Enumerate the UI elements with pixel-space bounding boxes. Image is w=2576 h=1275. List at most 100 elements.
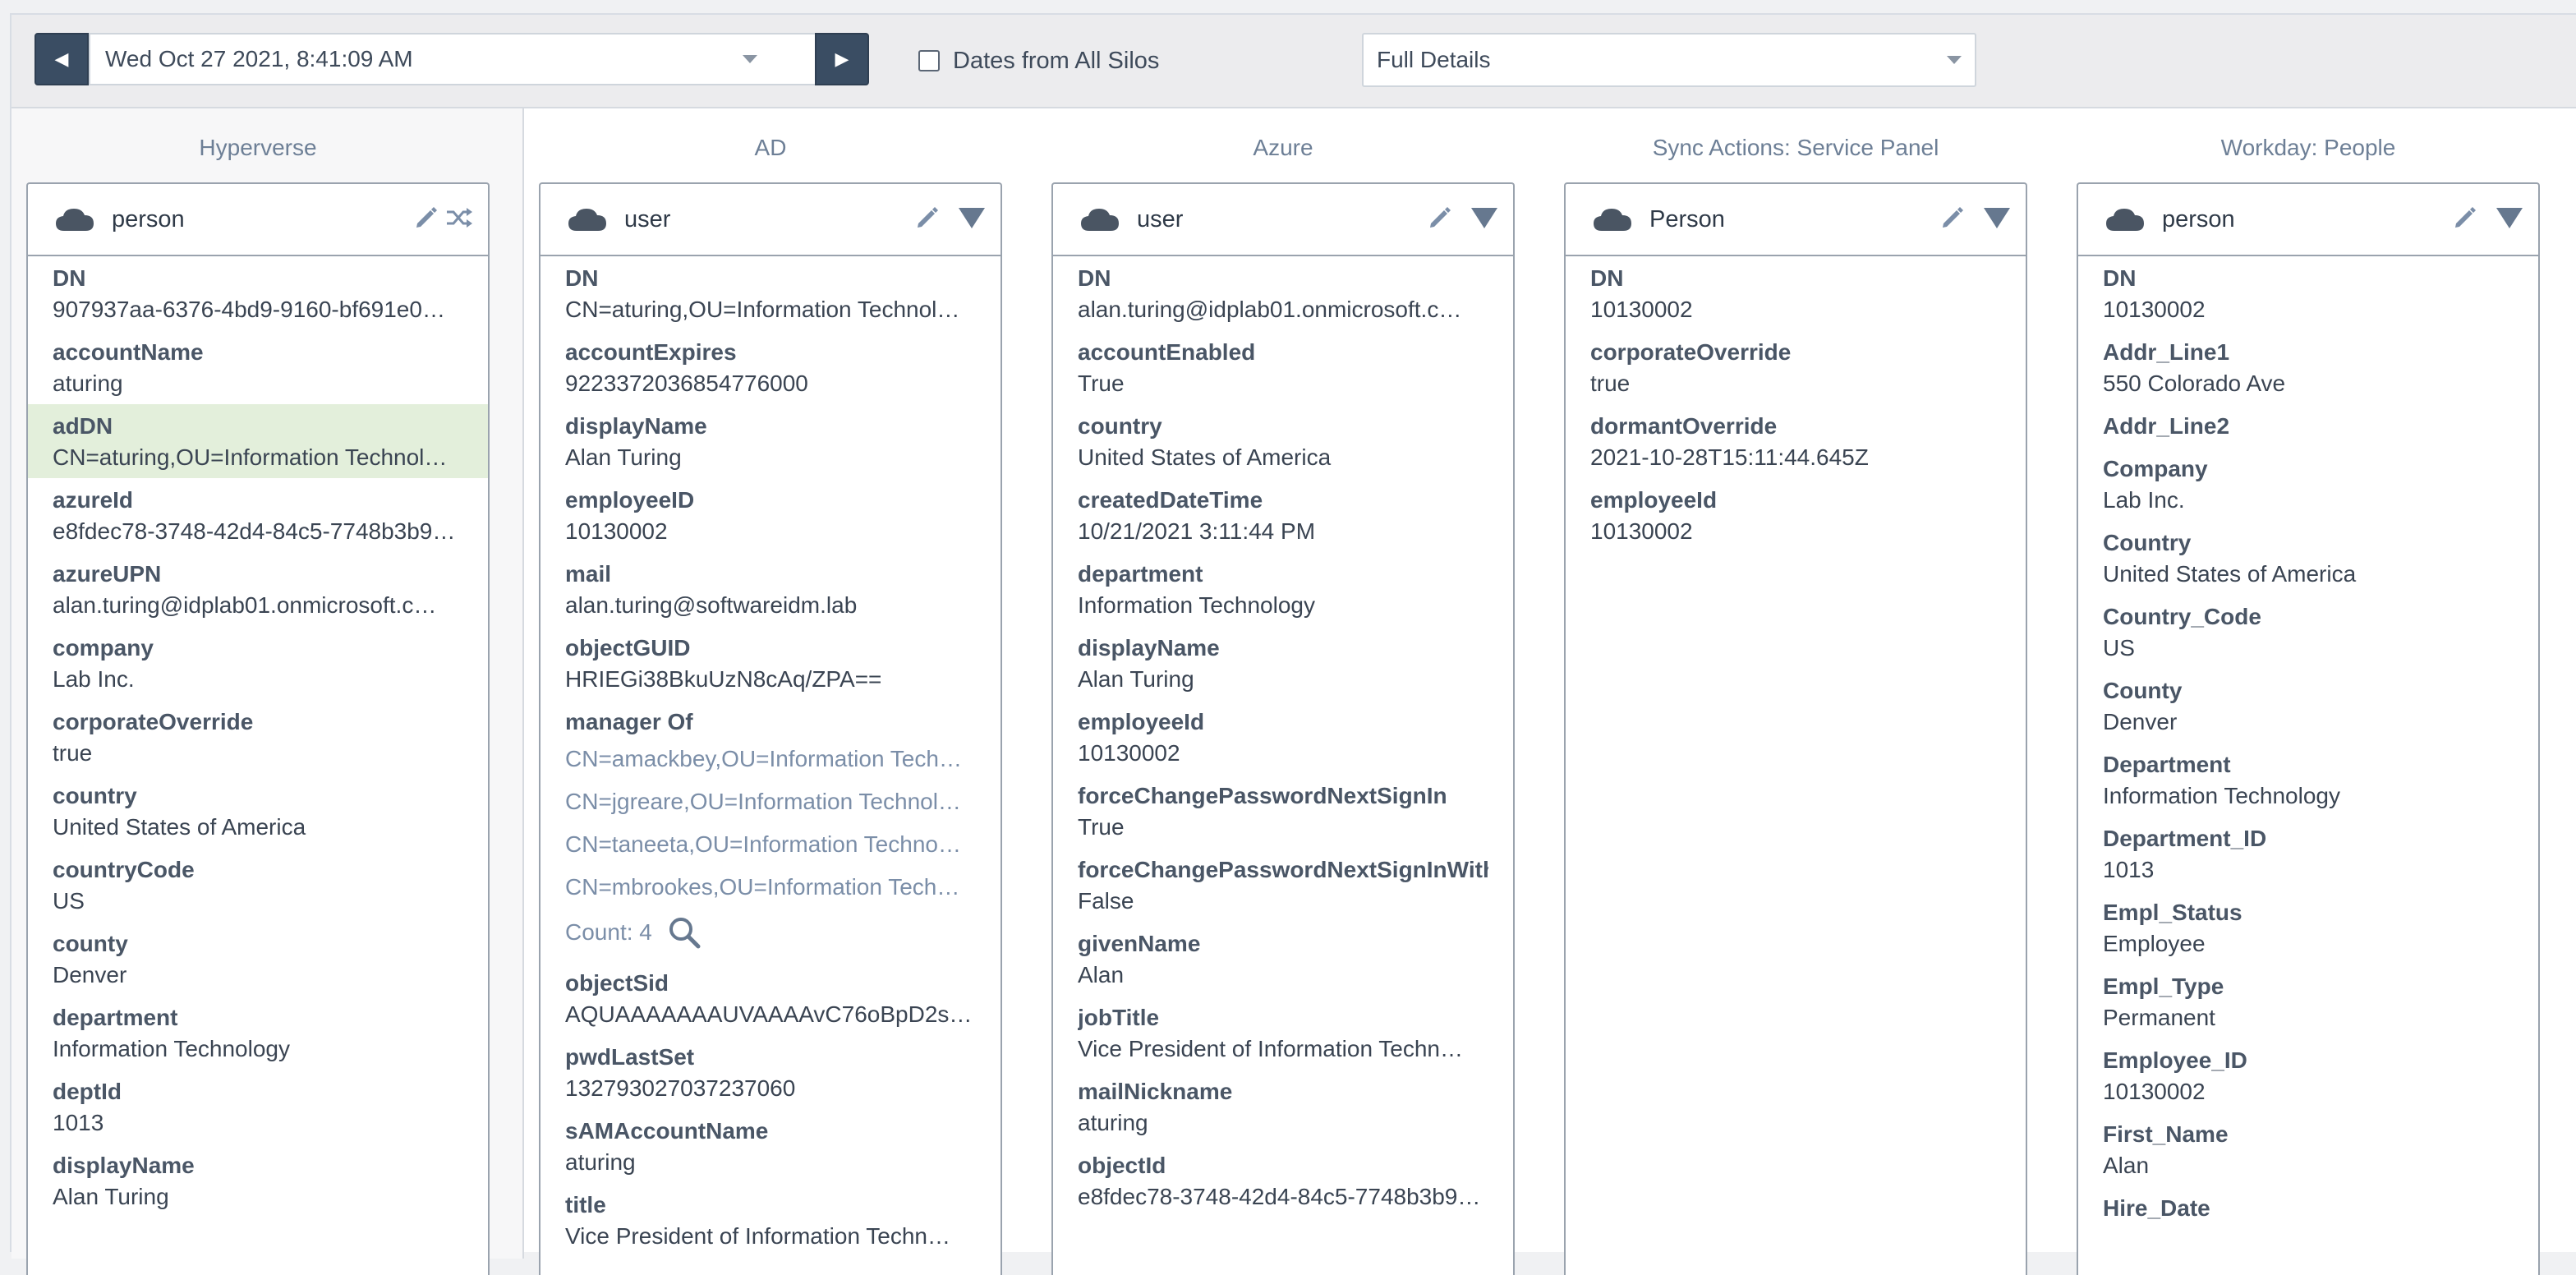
pencil-icon[interactable] (1940, 205, 1965, 230)
attribute-row[interactable]: azureUPN alan.turing@idplab01.onmicrosoft… (28, 552, 488, 626)
pencil-icon[interactable] (1428, 205, 1452, 230)
attribute-row[interactable]: accountName aturing (28, 330, 488, 404)
attribute-row[interactable]: Company Lab Inc. (2078, 447, 2538, 521)
attribute-row[interactable]: displayName Alan Turing (28, 1144, 488, 1217)
attribute-row[interactable]: deptId 1013 (28, 1070, 488, 1144)
attribute-value: AQUAAAAAAAUVAAAAvC76oBpD2so… (565, 1001, 976, 1027)
filter-icon[interactable] (2496, 205, 2523, 230)
attribute-row[interactable]: First_Name Alan (2078, 1112, 2538, 1186)
filter-icon[interactable] (958, 205, 986, 230)
pencil-icon[interactable] (2453, 205, 2477, 230)
attribute-value: e8fdec78-3748-42d4-84c5-7748b3b9… (53, 518, 456, 544)
shuffle-icon[interactable] (445, 205, 473, 230)
panel-header: person (28, 184, 488, 256)
attribute-row[interactable]: department Information Technology (28, 996, 488, 1070)
attribute-row[interactable]: accountExpires 9223372036854776000 (540, 330, 1000, 404)
attribute-row[interactable]: displayName Alan Turing (540, 404, 1000, 478)
attribute-name: Addr_Line2 (2103, 413, 2230, 439)
attribute-row[interactable]: DN 907937aa-6376-4bd9-9160-bf691e0… (28, 256, 488, 330)
attribute-row[interactable]: objectGUID HRIEGi38BkuUzN8cAq/ZPA== (540, 626, 1000, 700)
attribute-row[interactable]: Empl_Type Permanent (2078, 964, 2538, 1038)
attribute-row[interactable]: forceChangePasswordNextSignIn True (1053, 774, 1513, 848)
attribute-row[interactable]: department Information Technology (1053, 552, 1513, 626)
attribute-row[interactable]: country United States of America (1053, 404, 1513, 478)
attribute-value: alan.turing@idplab01.onmicrosoft.c… (1078, 297, 1462, 322)
attribute-name: Employee_ID (2103, 1047, 2247, 1073)
attribute-row[interactable]: country United States of America (28, 774, 488, 848)
pencil-icon[interactable] (414, 205, 439, 230)
attribute-row[interactable]: jobTitle Vice President of Information Te… (1053, 996, 1513, 1070)
attribute-row[interactable]: Department_ID 1013 (2078, 817, 2538, 891)
attribute-row[interactable]: objectSid AQUAAAAAAAUVAAAAvC76oBpD2so… (540, 961, 1000, 1035)
dates-all-silos-toggle[interactable]: Dates from All Silos (918, 44, 1159, 77)
attribute-value: 10/21/2021 3:11:44 PM (1078, 518, 1316, 544)
attribute-row[interactable]: givenName Alan (1053, 922, 1513, 996)
date-dropdown[interactable]: Wed Oct 27 2021, 8:41:09 AM (89, 33, 816, 85)
next-date-button[interactable]: ▶ (815, 33, 869, 85)
attribute-row[interactable]: adDN CN=aturing,OU=Information Technol… (28, 404, 488, 478)
attribute-row[interactable]: DN alan.turing@idplab01.onmicrosoft.c… (1053, 256, 1513, 330)
attribute-row[interactable]: Empl_Status Employee (2078, 891, 2538, 964)
attribute-name: employeeID (565, 487, 695, 513)
attribute-row[interactable]: Addr_Line2 (2078, 404, 2538, 447)
attribute-row[interactable]: accountEnabled True (1053, 330, 1513, 404)
search-icon[interactable] (667, 915, 702, 950)
reference-link[interactable]: CN=amackbey,OU=Information Tech… (565, 738, 976, 780)
attribute-value: 2021-10-28T15:11:44.645Z (1590, 444, 1869, 470)
attribute-row[interactable]: countryCode US (28, 848, 488, 922)
attribute-row[interactable]: mailNickname aturing (1053, 1070, 1513, 1144)
attribute-row[interactable]: Employee_ID 10130002 (2078, 1038, 2538, 1112)
attribute-name: department (1078, 561, 1203, 587)
dates-all-silos-checkbox[interactable] (918, 50, 940, 71)
attribute-row[interactable]: sAMAccountName aturing (540, 1109, 1000, 1183)
attribute-row[interactable]: DN CN=aturing,OU=Information Technol… (540, 256, 1000, 330)
dates-all-silos-label: Dates from All Silos (953, 47, 1160, 74)
attribute-row[interactable]: county Denver (28, 922, 488, 996)
reference-link[interactable]: CN=taneeta,OU=Information Techno… (565, 823, 976, 866)
attribute-row[interactable]: Country United States of America (2078, 521, 2538, 595)
attribute-row[interactable]: mail alan.turing@softwareidm.lab (540, 552, 1000, 626)
pencil-icon[interactable] (915, 205, 940, 230)
detail-level-dropdown[interactable]: Full Details (1362, 33, 1976, 87)
previous-date-button[interactable]: ◀ (34, 33, 89, 85)
filter-icon[interactable] (1470, 205, 1498, 230)
reference-link[interactable]: CN=jgreare,OU=Information Technol… (565, 780, 976, 823)
attribute-value: Alan Turing (53, 1184, 169, 1209)
reference-link[interactable]: CN=mbrookes,OU=Information Tech… (565, 866, 976, 909)
attribute-row[interactable]: DN 10130002 (2078, 256, 2538, 330)
attribute-row[interactable]: Addr_Line1 550 Colorado Ave (2078, 330, 2538, 404)
attribute-name: manager Of (565, 709, 693, 734)
filter-icon[interactable] (1983, 205, 2011, 230)
attribute-row[interactable]: employeeId 10130002 (1053, 700, 1513, 774)
attribute-value: Vice President of Information Techn… (565, 1223, 950, 1249)
attribute-row[interactable]: Hire_Date (2078, 1186, 2538, 1229)
attribute-name: dormantOverride (1590, 413, 1778, 439)
attribute-value: Information Technology (2103, 783, 2340, 808)
attribute-value: Alan (2103, 1153, 2150, 1178)
attribute-name: accountEnabled (1078, 339, 1256, 365)
attribute-row[interactable]: DN 10130002 (1566, 256, 2026, 330)
attribute-row[interactable]: createdDateTime 10/21/2021 3:11:44 PM (1053, 478, 1513, 552)
attribute-row[interactable]: azureId e8fdec78-3748-42d4-84c5-7748b3b9… (28, 478, 488, 552)
reference-count-label: Count: 4 (565, 919, 652, 945)
attribute-value: 10130002 (1590, 518, 1693, 544)
attribute-row[interactable]: pwdLastSet 132793027037237060 (540, 1035, 1000, 1109)
attribute-row[interactable]: Department Information Technology (2078, 743, 2538, 817)
attribute-row[interactable]: objectId e8fdec78-3748-42d4-84c5-7748b3b9… (1053, 1144, 1513, 1217)
attribute-value: aturing (565, 1149, 636, 1175)
attribute-row[interactable]: Country_Code US (2078, 595, 2538, 669)
attribute-row[interactable]: corporateOverride true (28, 700, 488, 774)
attribute-value: alan.turing@softwareidm.lab (565, 592, 858, 618)
attribute-row[interactable]: County Denver (2078, 669, 2538, 743)
attribute-row[interactable]: title Vice President of Information Techn… (540, 1183, 1000, 1257)
attribute-row[interactable]: company Lab Inc. (28, 626, 488, 700)
attribute-name: Country (2103, 530, 2192, 555)
attribute-row[interactable]: displayName Alan Turing (1053, 626, 1513, 700)
attribute-row[interactable]: dormantOverride 2021-10-28T15:11:44.645Z (1566, 404, 2026, 478)
attribute-name: corporateOverride (53, 709, 254, 734)
attribute-name: Country_Code (2103, 604, 2261, 629)
attribute-row[interactable]: employeeID 10130002 (540, 478, 1000, 552)
attribute-row[interactable]: employeeId 10130002 (1566, 478, 2026, 552)
attribute-row[interactable]: forceChangePasswordNextSignInWithM False (1053, 848, 1513, 922)
attribute-row[interactable]: corporateOverride true (1566, 330, 2026, 404)
